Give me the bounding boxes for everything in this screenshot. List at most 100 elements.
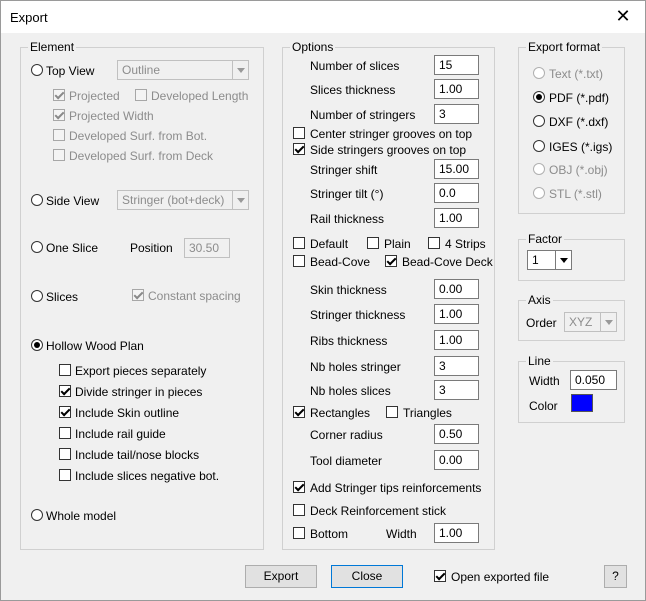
format-stl-radio[interactable] [533, 187, 545, 199]
line-legend: Line [526, 354, 553, 368]
tool-diameter-label: Tool diameter [310, 454, 383, 468]
ribs-thickness-label: Ribs thickness [310, 334, 388, 348]
top-view-label: Top View [46, 64, 95, 78]
export-pieces-separately-checkbox[interactable] [59, 364, 71, 376]
developed-surf-bot-checkbox[interactable] [53, 129, 65, 141]
number-of-slices-input[interactable]: 15 [434, 55, 479, 75]
format-dxf-radio[interactable] [533, 115, 545, 127]
side-view-combo-value: Stringer (bot+deck) [122, 193, 225, 207]
plain-checkbox[interactable] [367, 237, 379, 249]
constant-spacing-label: Constant spacing [148, 289, 241, 303]
skin-thickness-input[interactable]: 0.00 [434, 279, 479, 299]
bead-cove-checkbox[interactable] [293, 255, 305, 267]
center-stringer-grooves-checkbox[interactable] [293, 127, 305, 139]
side-view-combo[interactable]: Stringer (bot+deck) [117, 190, 249, 210]
nb-holes-slices-input[interactable]: 3 [434, 380, 479, 400]
top-view-combo[interactable]: Outline [117, 60, 249, 80]
projected-width-checkbox[interactable] [53, 109, 65, 121]
deck-reinforcement-label: Deck Reinforcement stick [310, 504, 447, 518]
side-view-radio[interactable] [31, 194, 43, 206]
stringer-tilt-input[interactable]: 0.0 [434, 183, 479, 203]
projected-checkbox[interactable] [53, 89, 65, 101]
whole-model-radio[interactable] [31, 509, 43, 521]
number-of-stringers-input[interactable]: 3 [434, 104, 479, 124]
four-strips-checkbox[interactable] [428, 237, 440, 249]
include-skin-outline-checkbox[interactable] [59, 406, 71, 418]
include-rail-guide-checkbox[interactable] [59, 427, 71, 439]
four-strips-label: 4 Strips [445, 237, 486, 251]
stringer-tilt-label: Stringer tilt (°) [310, 187, 384, 201]
divide-stringer-checkbox[interactable] [59, 385, 71, 397]
help-button[interactable]: ? [604, 565, 627, 588]
deck-reinforcement-checkbox[interactable] [293, 504, 305, 516]
include-slices-negative-checkbox[interactable] [59, 469, 71, 481]
close-button[interactable]: Close [331, 565, 403, 588]
add-stringer-tips-label: Add Stringer tips reinforcements [310, 481, 482, 495]
developed-surf-bot-label: Developed Surf. from Bot. [69, 129, 208, 143]
axis-legend: Axis [526, 293, 553, 307]
format-stl-label: STL (*.stl) [549, 187, 602, 201]
one-slice-radio[interactable] [31, 241, 43, 253]
bottom-width-label: Width [386, 527, 417, 541]
default-checkbox[interactable] [293, 237, 305, 249]
format-txt-radio[interactable] [533, 67, 545, 79]
bottom-checkbox[interactable] [293, 527, 305, 539]
one-slice-label: One Slice [46, 241, 99, 255]
stringer-shift-input[interactable]: 15.00 [434, 159, 479, 179]
line-width-input[interactable]: 0.050 [570, 370, 617, 390]
plain-label: Plain [384, 237, 411, 251]
skin-thickness-label: Skin thickness [310, 283, 387, 297]
hollow-wood-plan-radio[interactable] [31, 339, 43, 351]
format-igs-radio[interactable] [533, 140, 545, 152]
number-of-stringers-label: Number of stringers [310, 108, 416, 122]
projected-width-label: Projected Width [69, 109, 154, 123]
position-input[interactable]: 30.50 [184, 238, 230, 258]
default-label: Default [310, 237, 349, 251]
developed-length-checkbox[interactable] [135, 89, 147, 101]
include-tail-nose-checkbox[interactable] [59, 448, 71, 460]
export-button[interactable]: Export [245, 565, 317, 588]
stringer-thickness-input[interactable]: 1.00 [434, 304, 479, 324]
triangles-checkbox[interactable] [386, 406, 398, 418]
slices-thickness-input[interactable]: 1.00 [434, 79, 479, 99]
factor-combo[interactable]: 1 [527, 250, 572, 270]
bead-cove-deck-checkbox[interactable] [385, 255, 397, 267]
developed-surf-deck-checkbox[interactable] [53, 149, 65, 161]
rail-thickness-label: Rail thickness [310, 212, 385, 226]
side-stringers-grooves-checkbox[interactable] [293, 143, 305, 155]
top-view-radio[interactable] [31, 64, 43, 76]
close-icon[interactable]: ✕ [601, 1, 645, 32]
add-stringer-tips-checkbox[interactable] [293, 481, 305, 493]
line-width-label: Width [529, 374, 560, 388]
nb-holes-stringer-label: Nb holes stringer [310, 360, 401, 374]
open-exported-label: Open exported file [451, 570, 550, 584]
include-rail-guide-label: Include rail guide [75, 427, 166, 441]
bottom-width-input[interactable]: 1.00 [434, 523, 479, 543]
stringer-shift-label: Stringer shift [310, 163, 378, 177]
bead-cove-label: Bead-Cove [310, 255, 371, 269]
triangles-label: Triangles [403, 406, 452, 420]
format-pdf-label: PDF (*.pdf) [549, 91, 610, 105]
axis-order-combo[interactable]: XYZ [564, 312, 617, 332]
format-pdf-radio[interactable] [533, 91, 545, 103]
line-color-swatch[interactable] [571, 394, 593, 412]
tool-diameter-input[interactable]: 0.00 [434, 450, 479, 470]
ribs-thickness-input[interactable]: 1.00 [434, 330, 479, 350]
rail-thickness-input[interactable]: 1.00 [434, 208, 479, 228]
format-obj-radio[interactable] [533, 163, 545, 175]
factor-combo-value: 1 [532, 253, 539, 267]
constant-spacing-checkbox[interactable] [132, 289, 144, 301]
corner-radius-input[interactable]: 0.50 [434, 424, 479, 444]
slices-radio[interactable] [31, 290, 43, 302]
corner-radius-label: Corner radius [310, 428, 383, 442]
include-slices-negative-label: Include slices negative bot. [75, 469, 220, 483]
axis-order-label: Order [526, 316, 557, 330]
export-format-legend: Export format [526, 40, 603, 54]
format-dxf-label: DXF (*.dxf) [549, 115, 609, 129]
rectangles-checkbox[interactable] [293, 406, 305, 418]
developed-length-label: Developed Length [151, 89, 249, 103]
nb-holes-stringer-input[interactable]: 3 [434, 356, 479, 376]
projected-label: Projected [69, 89, 120, 103]
developed-surf-deck-label: Developed Surf. from Deck [69, 149, 214, 163]
open-exported-checkbox[interactable] [434, 570, 446, 582]
